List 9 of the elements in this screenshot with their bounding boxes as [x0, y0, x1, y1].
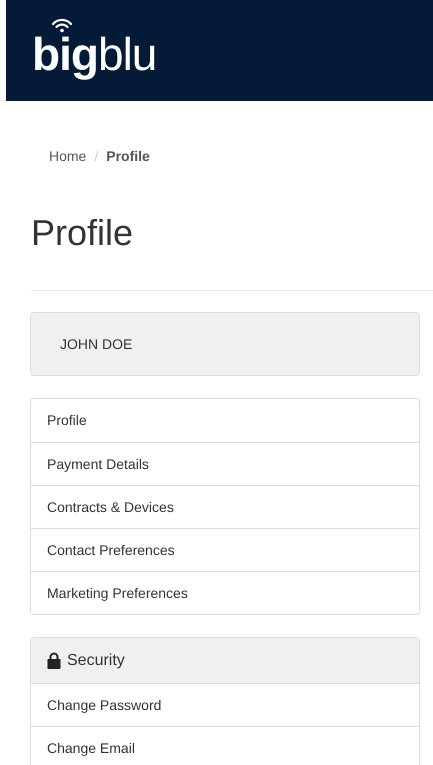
lock-icon	[47, 652, 61, 669]
breadcrumb-separator: /	[94, 146, 98, 166]
user-name: JOHN DOE	[60, 334, 132, 354]
page-title: Profile	[30, 211, 134, 255]
panel-title: Security	[67, 650, 125, 670]
breadcrumb-link[interactable]: Profile	[106, 146, 150, 166]
breadcrumb-link[interactable]: Home	[49, 146, 86, 166]
wifi-icon	[51, 16, 73, 32]
menu-item[interactable]: Marketing Preferences	[31, 571, 419, 614]
